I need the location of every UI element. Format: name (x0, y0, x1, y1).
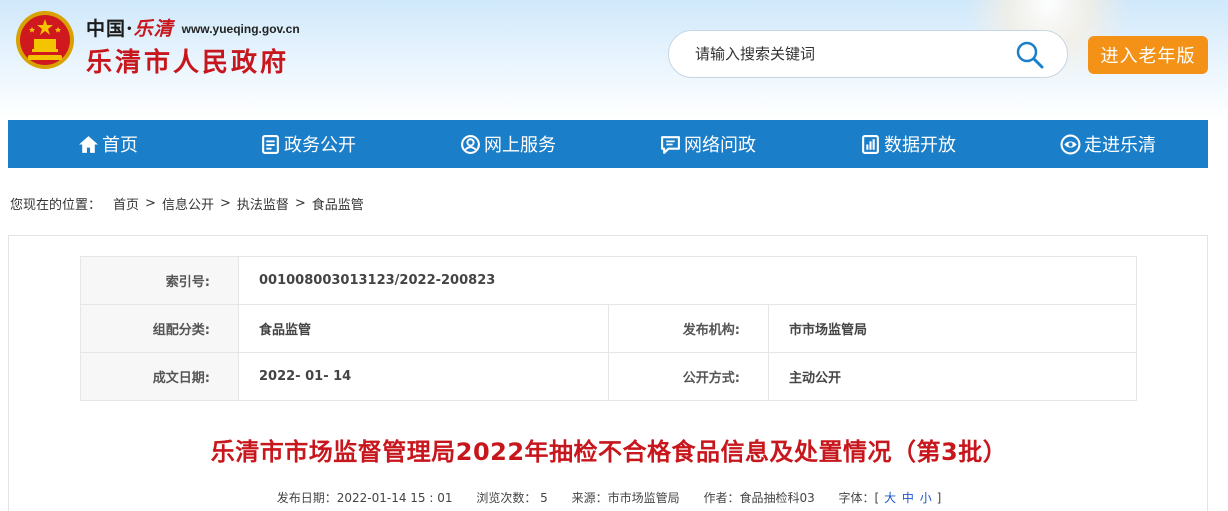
cn-prefix: 中国· (86, 17, 134, 40)
cn-script: 乐清 (133, 17, 174, 40)
nav-item-open-data[interactable]: 数据开放 (808, 120, 1008, 168)
gov-name: 乐清市人民政府 (86, 48, 290, 78)
nav-item-online-inquiry[interactable]: 网络问政 (608, 120, 808, 168)
metadata-table: 索引号: 001008003013123/2022-200823 组配分类: 食… (80, 256, 1137, 401)
article-title: 乐清市市场监督管理局2022年抽检不合格食品信息及处置情况（第3批） (210, 438, 1008, 466)
font-close: ] (936, 491, 942, 505)
nav-label: 数据开放 (884, 135, 956, 156)
font-medium-link[interactable]: 中 (902, 491, 914, 505)
chat-icon (661, 135, 680, 154)
article-author: 作者：食品抽检科03 (703, 491, 815, 505)
publish-date: 发布日期：2022-01-14 15 : 01 (276, 491, 453, 505)
nav-label: 网上服务 (484, 135, 556, 156)
site-line1: 中国·乐清 www.yueqing.gov.cn (86, 12, 300, 42)
table-row: 成文日期: 2022- 01- 14 公开方式: 主动公开 (80, 352, 1137, 401)
elder-version-button[interactable]: 进入老年版 (1088, 36, 1208, 74)
breadcrumb-home[interactable]: 首页 (113, 194, 139, 213)
font-large-link[interactable]: 大 (884, 491, 896, 505)
nav-label: 政务公开 (284, 135, 356, 156)
main-nav: 首页 政务公开 网上服务 网络问政 数据开放 走进乐清 (8, 120, 1208, 168)
category-label: 组配分类: (80, 304, 239, 353)
nav-label: 网络问政 (684, 135, 756, 156)
publisher-label: 发布机构: (608, 304, 769, 353)
search-icon[interactable] (1015, 40, 1045, 70)
table-row: 索引号: 001008003013123/2022-200823 (80, 256, 1137, 305)
nav-item-gov-affairs[interactable]: 政务公开 (208, 120, 408, 168)
site-header: 中国·乐清 www.yueqing.gov.cn 乐清市人民政府 进入老年版 (0, 0, 1228, 120)
nav-label: 走进乐清 (1084, 135, 1156, 156)
category-value: 食品监管 (238, 304, 609, 353)
disclosure-label: 公开方式: (608, 352, 769, 401)
index-value: 001008003013123/2022-200823 (238, 256, 1137, 305)
breadcrumb-separator: > (294, 196, 306, 211)
site-domain: www.yueqing.gov.cn (181, 22, 300, 36)
search-input[interactable] (695, 39, 1005, 69)
table-row: 组配分类: 食品监管 发布机构: 市市场监管局 (80, 304, 1137, 353)
breadcrumb-law-enforcement[interactable]: 执法监督 (237, 194, 289, 213)
disclosure-value: 主动公开 (768, 352, 1137, 401)
service-icon (461, 134, 480, 154)
font-label: 字体：[ (838, 491, 880, 505)
breadcrumb-separator: > (145, 196, 156, 211)
date-value: 2022- 01- 14 (238, 352, 609, 401)
national-emblem-icon (16, 11, 74, 69)
nav-item-online-service[interactable]: 网上服务 (408, 120, 608, 168)
article-source: 来源：市市场监管局 (571, 491, 680, 505)
data-icon (862, 134, 879, 154)
article-info-line: 发布日期：2022-01-14 15 : 01 浏览次数： 5 来源：市市场监管… (9, 489, 1209, 506)
font-size-control: 字体：[ 大 中 小 ] (839, 491, 942, 505)
date-label: 成文日期: (80, 352, 239, 401)
nav-item-about-yueqing[interactable]: 走进乐清 (1008, 120, 1208, 168)
breadcrumb-food-supervision[interactable]: 食品监管 (312, 194, 364, 213)
breadcrumb: 您现在的位置： 首页 > 信息公开 > 执法监督 > 食品监管 (10, 194, 364, 213)
nav-item-home[interactable]: 首页 (8, 120, 208, 168)
eye-icon (1060, 134, 1081, 154)
breadcrumb-info-disclosure[interactable]: 信息公开 (162, 194, 214, 213)
home-icon (79, 135, 98, 153)
nav-label: 首页 (102, 135, 138, 156)
document-icon (262, 134, 279, 154)
breadcrumb-separator: > (219, 196, 231, 211)
index-label: 索引号: (80, 256, 239, 305)
site-cn-name: 中国·乐清 (86, 14, 174, 41)
publisher-value: 市市场监管局 (768, 304, 1137, 353)
breadcrumb-prefix: 您现在的位置： (10, 198, 102, 213)
view-count: 浏览次数： 5 (476, 491, 548, 505)
font-small-link[interactable]: 小 (920, 491, 932, 505)
search-box[interactable] (668, 30, 1068, 78)
content-panel: 索引号: 001008003013123/2022-200823 组配分类: 食… (8, 235, 1208, 511)
